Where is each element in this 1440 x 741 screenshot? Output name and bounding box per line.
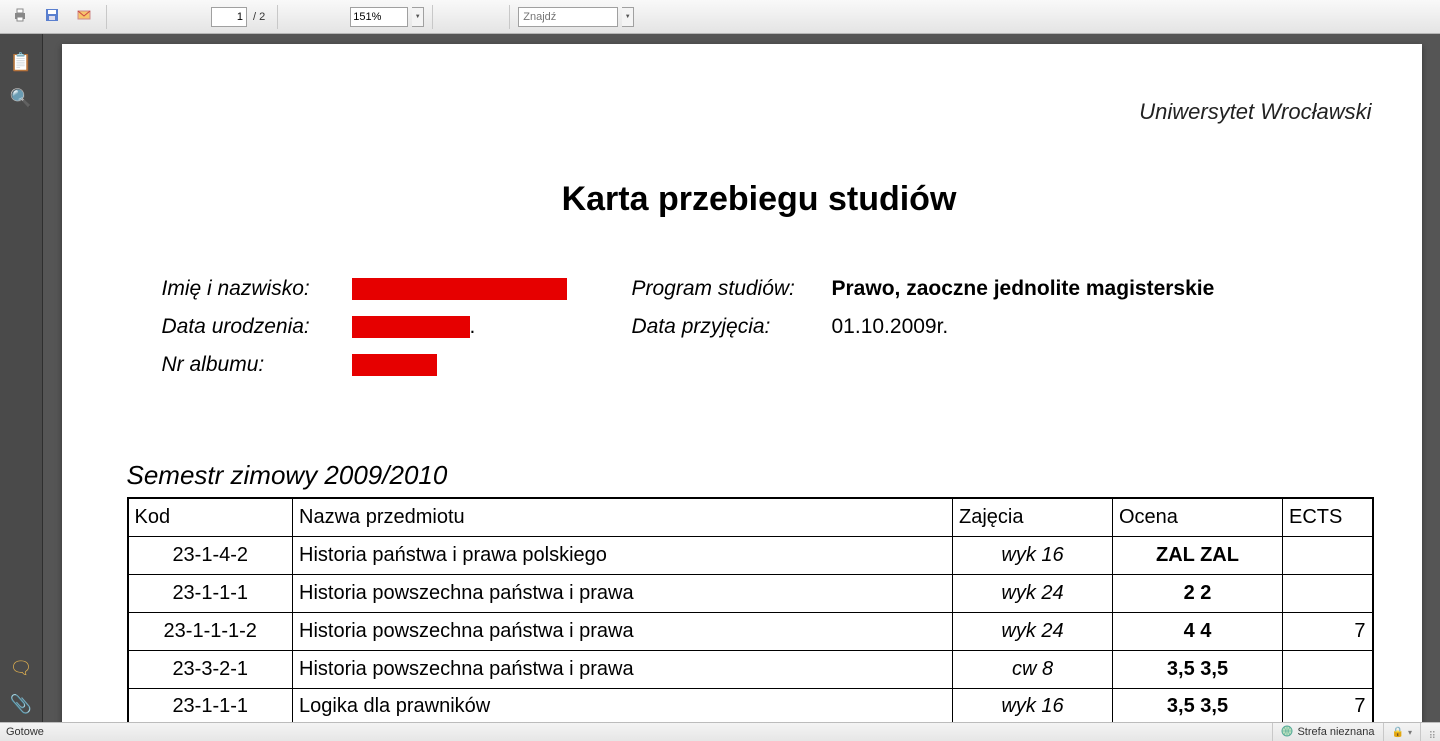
main-area: 📋 🔍 🗨 📎 Uniwersytet Wrocławski Karta prz…	[0, 34, 1440, 722]
next-page-button[interactable]	[179, 4, 207, 30]
prev-page-button[interactable]	[147, 4, 175, 30]
table-row: 23-1-4-2Historia państwa i prawa polskie…	[128, 536, 1373, 574]
cell-ects	[1283, 536, 1373, 574]
semester-heading: Semestr zimowy 2009/2010	[127, 460, 1392, 491]
status-zone-segment[interactable]: Strefa nieznana	[1272, 723, 1382, 741]
cell-code: 23-1-4-2	[128, 536, 293, 574]
fit-width-button[interactable]	[441, 4, 469, 30]
resize-grip[interactable]: ⠿	[1420, 723, 1436, 741]
cell-ects: 7	[1283, 688, 1373, 722]
zoom-dropdown-button[interactable]: ▼	[412, 7, 424, 27]
cell-ects: 7	[1283, 612, 1373, 650]
sidebar-comments-button[interactable]: 🗨	[0, 650, 42, 686]
status-ready: Gotowe	[4, 726, 1272, 738]
th-code: Kod	[128, 498, 293, 536]
print-button[interactable]	[6, 4, 34, 30]
cell-name: Logika dla prawników	[293, 688, 953, 722]
cell-name: Historia powszechna państwa i prawa	[293, 574, 953, 612]
value-name-redacted	[352, 274, 632, 304]
label-program: Program studiów:	[632, 274, 832, 304]
globe-icon	[1281, 725, 1293, 740]
sidebar-attachments-button[interactable]: 📎	[0, 686, 42, 722]
clipboard-icon: 📋	[10, 52, 32, 73]
print-icon	[12, 7, 28, 26]
chevron-down-icon: ▾	[1408, 728, 1412, 737]
courses-tbody: 23-1-4-2Historia państwa i prawa polskie…	[128, 536, 1373, 722]
sidebar-clipboard-button[interactable]: 📋	[0, 44, 42, 80]
toolbar-separator	[106, 5, 107, 29]
cell-grade: 2 2	[1113, 574, 1283, 612]
cell-class: wyk 16	[953, 536, 1113, 574]
cell-grade: 3,5 3,5	[1113, 688, 1283, 722]
cell-name: Historia powszechna państwa i prawa	[293, 650, 953, 688]
value-program: Prawo, zaoczne jednolite magisterskie	[832, 274, 1392, 304]
pdf-page: Uniwersytet Wrocławski Karta przebiegu s…	[62, 44, 1422, 722]
university-label: Uniwersytet Wrocławski	[127, 99, 1392, 125]
cell-grade: 4 4	[1113, 612, 1283, 650]
th-class: Zajęcia	[953, 498, 1113, 536]
cell-ects	[1283, 650, 1373, 688]
label-name: Imię i nazwisko:	[162, 274, 352, 304]
cell-class: wyk 24	[953, 574, 1113, 612]
zoom-out-button[interactable]	[286, 4, 314, 30]
cell-code: 23-1-1-1	[128, 574, 293, 612]
sidebar: 📋 🔍 🗨 📎	[0, 34, 43, 722]
status-security-segment[interactable]: 🔒 ▾	[1383, 723, 1420, 741]
table-row: 23-1-1-1Logika dla prawnikówwyk 163,5 3,…	[128, 688, 1373, 722]
cell-code: 23-3-2-1	[128, 650, 293, 688]
status-bar: Gotowe Strefa nieznana 🔒 ▾ ⠿	[0, 722, 1440, 741]
toolbar-separator	[432, 5, 433, 29]
toolbar-separator	[509, 5, 510, 29]
cell-code: 23-1-1-1-2	[128, 612, 293, 650]
label-album: Nr albumu:	[162, 350, 352, 380]
cell-class: wyk 16	[953, 688, 1113, 722]
document-scroll[interactable]: Uniwersytet Wrocławski Karta przebiegu s…	[43, 34, 1440, 722]
pdf-toolbar: / 2 ▼ ▼	[0, 0, 1440, 34]
cell-class: wyk 24	[953, 612, 1113, 650]
find-input[interactable]	[518, 7, 618, 27]
label-admission: Data przyjęcia:	[632, 312, 832, 342]
binoculars-icon: 🔍	[10, 88, 32, 109]
document-title: Karta przebiegu studiów	[127, 180, 1392, 219]
fit-page-button[interactable]	[473, 4, 501, 30]
toolbar-separator	[277, 5, 278, 29]
zoom-in-button[interactable]	[318, 4, 346, 30]
comments-icon: 🗨	[10, 658, 33, 679]
document-viewport: Uniwersytet Wrocławski Karta przebiegu s…	[43, 34, 1440, 722]
label-birth: Data urodzenia:	[162, 312, 352, 342]
mail-icon	[76, 7, 92, 26]
find-dropdown-button[interactable]: ▼	[622, 7, 634, 27]
th-grade: Ocena	[1113, 498, 1283, 536]
student-info: Imię i nazwisko: Data urodzenia: Nr albu…	[127, 274, 1392, 380]
table-row: 23-1-1-1Historia powszechna państwa i pr…	[128, 574, 1373, 612]
cell-ects	[1283, 574, 1373, 612]
value-birth-redacted: .	[352, 312, 632, 342]
mail-button[interactable]	[70, 4, 98, 30]
value-admission: 01.10.2009r.	[832, 312, 1392, 342]
page-number-input[interactable]	[211, 7, 247, 27]
sidebar-binoculars-button[interactable]: 🔍	[0, 80, 42, 116]
table-header-row: Kod Nazwa przedmiotu Zajęcia Ocena ECTS	[128, 498, 1373, 536]
cell-name: Historia państwa i prawa polskiego	[293, 536, 953, 574]
cell-name: Historia powszechna państwa i prawa	[293, 612, 953, 650]
lock-icon: 🔒	[1392, 727, 1404, 738]
cell-grade: 3,5 3,5	[1113, 650, 1283, 688]
table-row: 23-1-1-1-2Historia powszechna państwa i …	[128, 612, 1373, 650]
value-album-redacted	[352, 350, 632, 380]
zoom-level-input[interactable]	[350, 7, 408, 27]
page-total-label: / 2	[251, 11, 269, 23]
paperclip-icon: 📎	[10, 694, 32, 715]
th-name: Nazwa przedmiotu	[293, 498, 953, 536]
cell-grade: ZAL ZAL	[1113, 536, 1283, 574]
table-row: 23-3-2-1Historia powszechna państwa i pr…	[128, 650, 1373, 688]
save-icon	[44, 7, 60, 26]
cell-code: 23-1-1-1	[128, 688, 293, 722]
courses-table: Kod Nazwa przedmiotu Zajęcia Ocena ECTS …	[127, 497, 1374, 722]
cell-class: cw 8	[953, 650, 1113, 688]
status-zone-label: Strefa nieznana	[1297, 726, 1374, 738]
first-page-button[interactable]	[115, 4, 143, 30]
th-ects: ECTS	[1283, 498, 1373, 536]
save-button[interactable]	[38, 4, 66, 30]
